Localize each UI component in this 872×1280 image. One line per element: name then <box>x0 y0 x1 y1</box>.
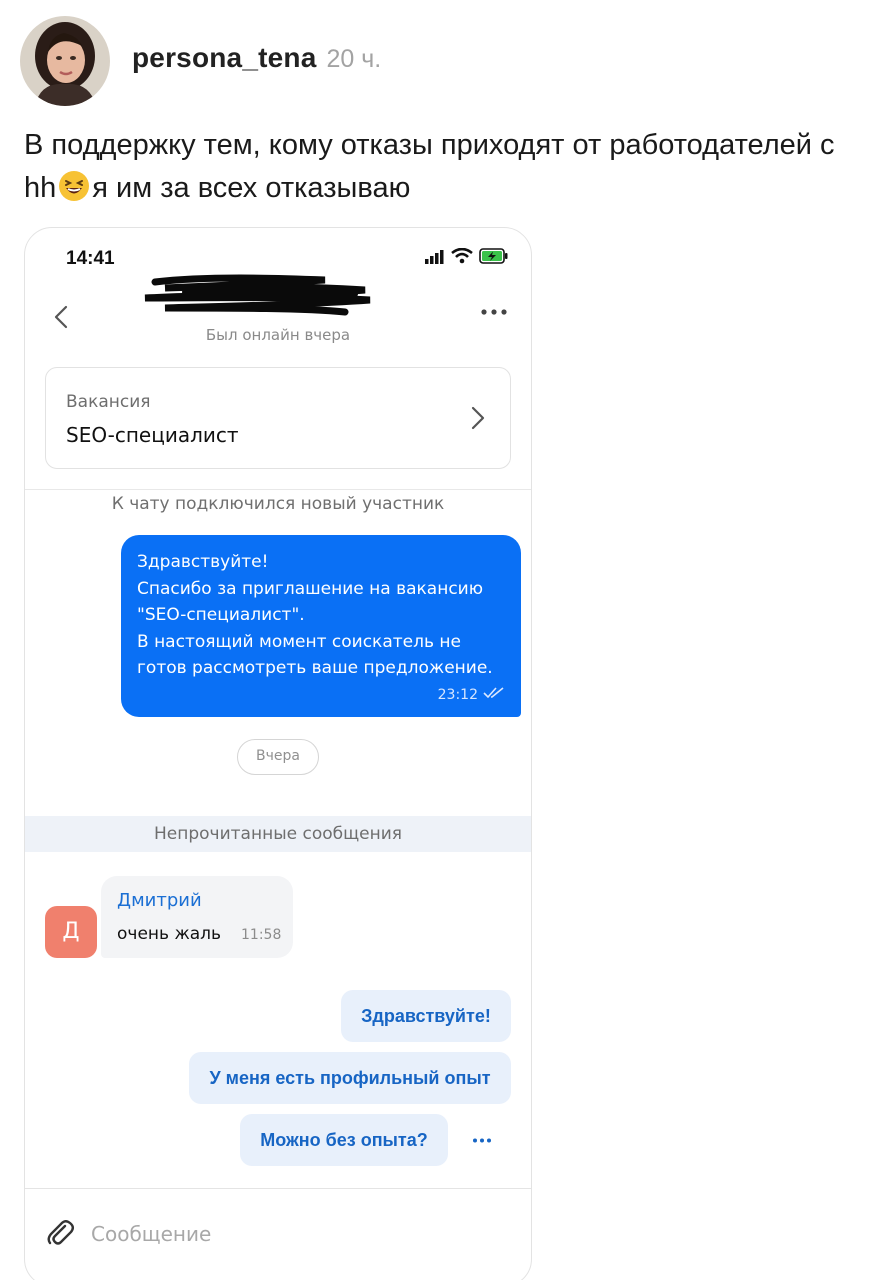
paperclip-icon[interactable] <box>45 1218 75 1248</box>
laughing-face-emoji-icon <box>58 170 90 202</box>
chevron-right-icon <box>470 404 486 432</box>
outgoing-message[interactable]: Здравствуйте! Спасибо за приглашение на … <box>121 535 521 717</box>
vacancy-label: Вакансия <box>66 392 151 412</box>
double-check-icon <box>483 687 505 703</box>
message-time: 23:12 <box>437 687 478 703</box>
vacancy-title: SEO-специалист <box>66 423 239 447</box>
message-line: В настоящий момент соискатель не <box>137 631 461 652</box>
incoming-message[interactable]: Дмитрий очень жаль 11:58 <box>101 876 293 958</box>
message-line: Здравствуйте! <box>137 552 269 572</box>
wifi-icon <box>451 247 473 268</box>
battery-charging-icon <box>479 248 509 268</box>
vacancy-card[interactable]: Вакансия SEO-специалист <box>45 367 511 469</box>
chat-screenshot: 14:41 Был онлайн вчера Вакансия SEO-спец… <box>24 227 532 1280</box>
status-time: 14:41 <box>66 248 115 269</box>
post-text-part-2: я им за всех отказываю <box>92 172 411 204</box>
post-time: 20 ч. <box>326 45 382 73</box>
signal-icon <box>425 249 445 268</box>
more-options-icon[interactable] <box>477 302 511 322</box>
message-time: 11:58 <box>241 927 282 943</box>
more-replies-icon[interactable] <box>469 1130 495 1150</box>
message-line: "SEO-специалист". <box>137 605 305 625</box>
unread-messages-bar: Непрочитанные сообщения <box>25 816 531 852</box>
quick-reply-button[interactable]: У меня есть профильный опыт <box>189 1052 511 1104</box>
quick-reply-button[interactable]: Здравствуйте! <box>341 990 511 1042</box>
message-text: очень жаль <box>117 924 222 944</box>
sender-name: Дмитрий <box>117 890 202 911</box>
day-separator: Вчера <box>237 739 319 775</box>
chat-header: Был онлайн вчера <box>25 268 531 348</box>
system-message: К чату подключился новый участник <box>111 494 445 514</box>
message-line: Спасибо за приглашение на вакансию <box>137 578 484 599</box>
post-text: В поддержку тем, кому отказы приходят от… <box>24 124 844 210</box>
author-name[interactable]: persona_tena <box>132 42 316 74</box>
post-header: persona_tena 20 ч. <box>20 16 381 106</box>
quick-reply-button[interactable]: Можно без опыта? <box>240 1114 448 1166</box>
message-input[interactable]: Сообщение <box>91 1222 211 1246</box>
author-avatar[interactable] <box>20 16 110 106</box>
redacted-contact-name <box>125 272 385 320</box>
message-line: готов рассмотреть ваше предложение. <box>137 658 493 678</box>
divider <box>25 489 531 490</box>
composer-divider <box>25 1188 531 1189</box>
presence-status: Был онлайн вчера <box>205 326 351 344</box>
sender-avatar[interactable]: Д <box>45 906 97 958</box>
